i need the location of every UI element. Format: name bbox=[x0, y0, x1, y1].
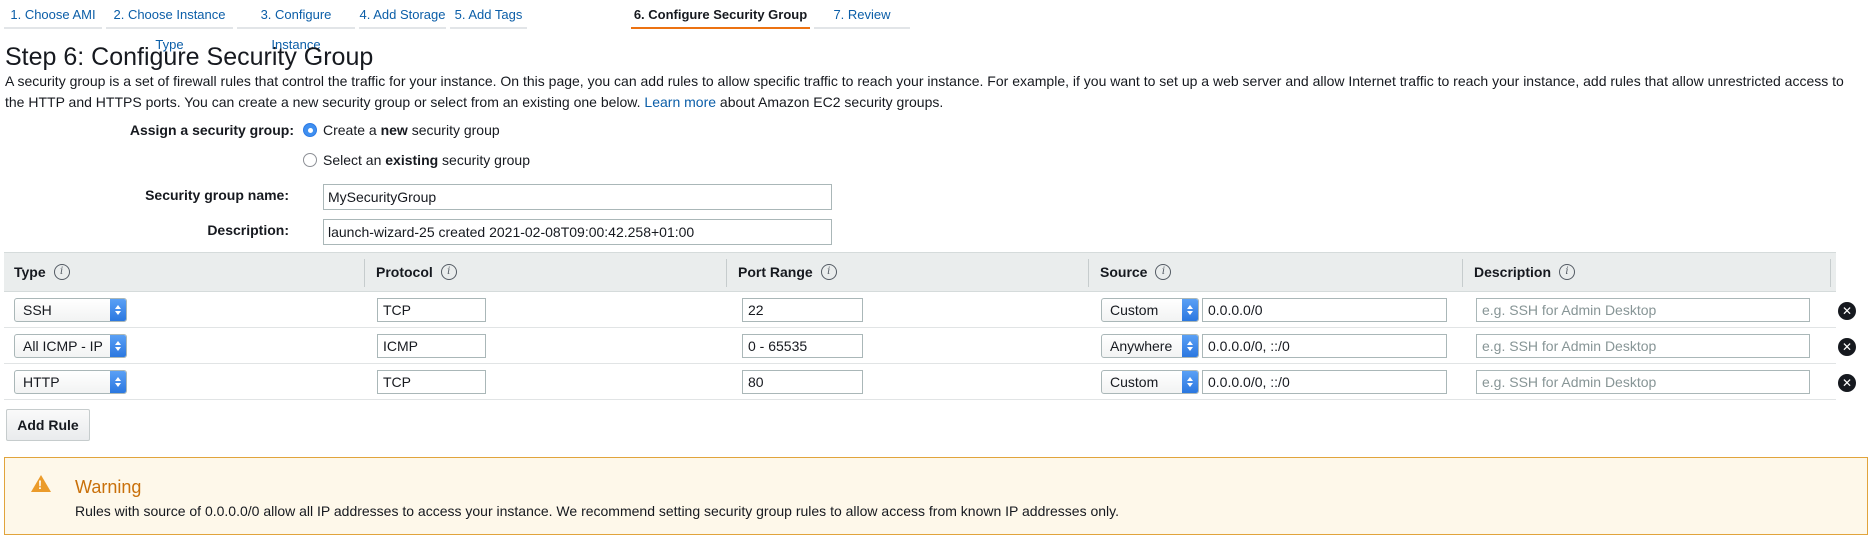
radio-label: Select an existing security group bbox=[323, 152, 530, 168]
warning-icon bbox=[31, 475, 51, 492]
page-title: Step 6: Configure Security Group bbox=[5, 43, 374, 71]
radio-label: Create a new security group bbox=[323, 122, 500, 138]
select-arrow-icon bbox=[1182, 335, 1198, 357]
description-label: Description: bbox=[207, 222, 289, 238]
select-value: SSH bbox=[23, 302, 52, 318]
tab-review[interactable]: 7. Review bbox=[814, 0, 910, 30]
header-label: Description bbox=[1474, 264, 1552, 280]
source-select[interactable]: Custom bbox=[1101, 370, 1199, 394]
group-name-label: Security group name: bbox=[145, 187, 289, 203]
warning-title: Warning bbox=[75, 477, 142, 497]
warning-alert: Warning Rules with source of 0.0.0.0/0 a… bbox=[4, 457, 1868, 535]
source-cidr-input[interactable]: 0.0.0.0/0, ::/0 bbox=[1202, 334, 1447, 358]
header-description: Description i bbox=[1474, 253, 1576, 291]
select-arrow-icon bbox=[110, 299, 126, 321]
radio-button[interactable] bbox=[303, 153, 317, 167]
tab-choose-instance-type[interactable]: 2. Choose Instance Type bbox=[106, 0, 233, 52]
select-arrow-icon bbox=[1182, 299, 1198, 321]
rule-description-input[interactable]: e.g. SSH for Admin Desktop bbox=[1476, 370, 1810, 394]
warning-text: Rules with source of 0.0.0.0/0 allow all… bbox=[75, 503, 1120, 519]
radio-label-pre: Create a bbox=[323, 122, 381, 138]
info-icon[interactable]: i bbox=[440, 264, 457, 280]
select-value: Custom bbox=[1110, 374, 1159, 390]
header-label: Port Range bbox=[738, 264, 813, 280]
radio-label-bold: existing bbox=[385, 152, 439, 168]
tab-configure-security-group[interactable]: 6. Configure Security Group bbox=[631, 0, 810, 30]
add-rule-button[interactable]: Add Rule bbox=[6, 409, 90, 441]
learn-more-link[interactable]: Learn more bbox=[644, 94, 716, 110]
tab-label: 5. Add Tags bbox=[454, 7, 523, 22]
source-select[interactable]: Anywhere bbox=[1101, 334, 1199, 358]
wizard-tabs: 1. Choose AMI 2. Choose Instance Type 3.… bbox=[0, 0, 1872, 52]
table-row: SSH TCP 22 Custom 0.0.0.0/0 e.g. SSH for… bbox=[4, 292, 1856, 328]
description-input[interactable]: launch-wizard-25 created 2021-02-08T09:0… bbox=[323, 219, 832, 245]
table-row: All ICMP - IP ICMP 0 - 65535 Anywhere 0.… bbox=[4, 328, 1856, 364]
remove-rule-icon[interactable]: ✕ bbox=[1838, 338, 1856, 356]
radio-button[interactable] bbox=[303, 123, 317, 137]
radio-label-pre: Select an bbox=[323, 152, 386, 168]
select-value: HTTP bbox=[23, 374, 60, 390]
radio-label-post: security group bbox=[438, 152, 530, 168]
group-name-input[interactable]: MySecurityGroup bbox=[323, 184, 832, 210]
table-row: HTTP TCP 80 Custom 0.0.0.0/0, ::/0 e.g. … bbox=[4, 364, 1856, 400]
tab-label: 6. Configure Security Group bbox=[633, 7, 808, 22]
remove-rule-icon[interactable]: ✕ bbox=[1838, 302, 1856, 320]
type-select[interactable]: All ICMP - IP bbox=[14, 334, 127, 358]
tab-label: 4. Add Storage bbox=[359, 7, 446, 22]
type-select[interactable]: HTTP bbox=[14, 370, 127, 394]
header-protocol: Protocol i bbox=[376, 253, 457, 291]
info-icon[interactable]: i bbox=[1155, 264, 1172, 280]
rule-description-input[interactable]: e.g. SSH for Admin Desktop bbox=[1476, 334, 1810, 358]
header-source: Source i bbox=[1100, 253, 1172, 291]
protocol-field: TCP bbox=[377, 370, 486, 394]
tab-add-tags[interactable]: 5. Add Tags bbox=[450, 0, 527, 30]
select-arrow-icon bbox=[1182, 371, 1198, 393]
tab-add-storage[interactable]: 4. Add Storage bbox=[359, 0, 446, 30]
source-cidr-input[interactable]: 0.0.0.0/0, ::/0 bbox=[1202, 370, 1447, 394]
select-value: Anywhere bbox=[1110, 338, 1173, 354]
header-type: Type i bbox=[14, 253, 70, 291]
rule-description-input[interactable]: e.g. SSH for Admin Desktop bbox=[1476, 298, 1810, 322]
tab-configure-instance[interactable]: 3. Configure Instance bbox=[237, 0, 355, 52]
remove-rule-icon[interactable]: ✕ bbox=[1838, 374, 1856, 392]
page-intro: A security group is a set of firewall ru… bbox=[5, 71, 1865, 113]
select-arrow-icon bbox=[110, 335, 126, 357]
radio-create-new[interactable]: Create a new security group bbox=[303, 122, 500, 138]
radio-select-existing[interactable]: Select an existing security group bbox=[303, 152, 530, 168]
header-label: Protocol bbox=[376, 264, 433, 280]
tab-choose-ami[interactable]: 1. Choose AMI bbox=[4, 0, 102, 30]
rules-table-header: Type i Protocol i Port Range i Source i Desc… bbox=[4, 252, 1836, 292]
intro-suffix: about Amazon EC2 security groups. bbox=[719, 94, 944, 110]
type-select[interactable]: SSH bbox=[14, 298, 127, 322]
port-range-input[interactable]: 0 - 65535 bbox=[742, 334, 863, 358]
select-value: Custom bbox=[1110, 302, 1159, 318]
protocol-field: ICMP bbox=[377, 334, 486, 358]
port-range-input[interactable]: 22 bbox=[742, 298, 863, 322]
info-icon[interactable]: i bbox=[820, 264, 837, 280]
protocol-field: TCP bbox=[377, 298, 486, 322]
port-range-input[interactable]: 80 bbox=[742, 370, 863, 394]
info-icon[interactable]: i bbox=[53, 264, 70, 280]
tab-label: 1. Choose AMI bbox=[10, 7, 96, 22]
header-label: Type bbox=[14, 264, 46, 280]
tab-label: 7. Review bbox=[833, 7, 891, 22]
source-select[interactable]: Custom bbox=[1101, 298, 1199, 322]
select-value: All ICMP - IP bbox=[23, 338, 103, 354]
radio-label-post: security group bbox=[407, 122, 500, 138]
radio-label-bold: new bbox=[380, 122, 408, 138]
assign-label: Assign a security group: bbox=[129, 122, 294, 138]
select-arrow-icon bbox=[110, 371, 126, 393]
source-cidr-input[interactable]: 0.0.0.0/0 bbox=[1202, 298, 1447, 322]
header-label: Source bbox=[1100, 264, 1148, 280]
info-icon[interactable]: i bbox=[1559, 264, 1576, 280]
header-port-range: Port Range i bbox=[738, 253, 837, 291]
